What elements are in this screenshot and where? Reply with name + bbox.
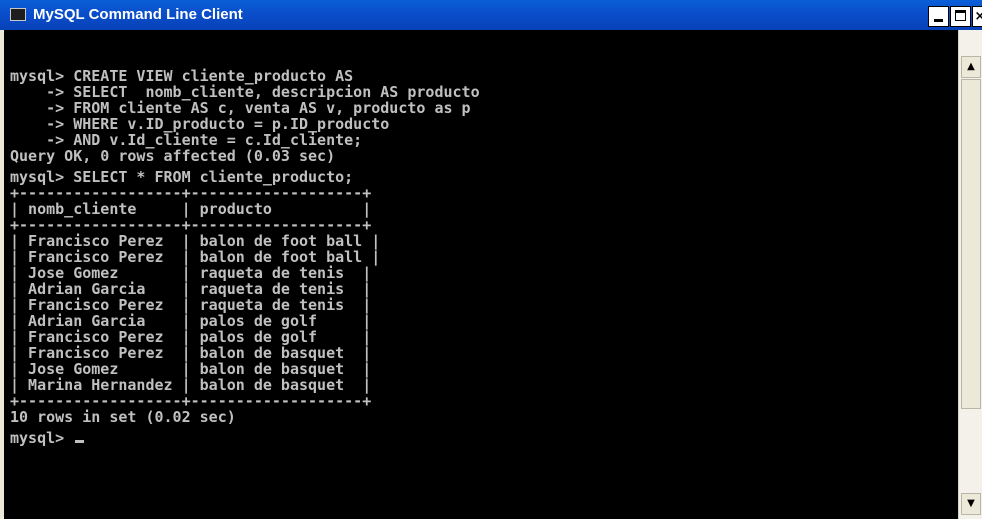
minimize-button[interactable] xyxy=(928,6,949,27)
console-line-from: -> FROM cliente AS c, venta AS v, produc… xyxy=(10,99,471,117)
text-cursor xyxy=(75,440,85,443)
console-text: mysql> CREATE VIEW cliente_producto AS -… xyxy=(10,68,480,446)
console-app-icon[interactable] xyxy=(10,8,26,21)
table-row: | Jose Gomez | balon de basquet | xyxy=(10,360,372,378)
result-summary: 10 rows in set (0.02 sec) xyxy=(10,408,236,426)
close-button[interactable]: × xyxy=(972,6,982,27)
table-row: | Francisco Perez | balon de foot ball | xyxy=(10,232,381,250)
scrollbar-thumb[interactable] xyxy=(961,79,981,409)
maximize-icon xyxy=(955,10,966,21)
scroll-down-button[interactable]: ▼ xyxy=(961,493,981,515)
select-command-line: mysql> SELECT * FROM cliente_producto; xyxy=(10,168,354,186)
mysql-client-window: MySQL Command Line Client × mysql> CREAT… xyxy=(0,0,982,519)
table-row: | Francisco Perez | balon de foot ball | xyxy=(10,248,381,266)
table-border-top: +------------------+-------------------+ xyxy=(10,184,372,202)
table-row: | Francisco Perez | palos de golf | xyxy=(10,328,372,346)
scroll-up-arrow-icon: ▲ xyxy=(967,61,975,72)
console-output[interactable]: mysql> CREATE VIEW cliente_producto AS -… xyxy=(4,30,958,519)
vertical-scrollbar[interactable]: ▲ ▼ xyxy=(958,30,982,519)
console-line-where: -> WHERE v.ID_producto = p.ID_producto xyxy=(10,115,390,133)
command-prompt: mysql> xyxy=(10,429,74,447)
close-icon: × xyxy=(974,9,982,24)
table-row: | Adrian Garcia | raqueta de tenis | xyxy=(10,280,372,298)
title-bar[interactable]: MySQL Command Line Client × xyxy=(0,0,982,30)
command-prompt-line[interactable]: mysql> xyxy=(10,430,480,446)
console-line-and: -> AND v.Id_cliente = c.Id_cliente; xyxy=(10,131,363,149)
scroll-down-arrow-icon: ▼ xyxy=(967,498,975,509)
table-border-header: +------------------+-------------------+ xyxy=(10,216,372,234)
window-title: MySQL Command Line Client xyxy=(33,6,243,23)
table-row: | Adrian Garcia | palos de golf | xyxy=(10,312,372,330)
console-line-select: -> SELECT nomb_cliente, descripcion AS p… xyxy=(10,83,480,101)
table-row: | Marina Hernandez | balon de basquet | xyxy=(10,376,372,394)
minimize-icon xyxy=(934,19,943,22)
console-line-create-view: mysql> CREATE VIEW cliente_producto AS xyxy=(10,67,354,85)
scroll-up-button[interactable]: ▲ xyxy=(961,56,981,78)
query-ok-message: Query OK, 0 rows affected (0.03 sec) xyxy=(10,147,336,165)
table-row: | Francisco Perez | balon de basquet | xyxy=(10,344,372,362)
table-border-bottom: +------------------+-------------------+ xyxy=(10,392,372,410)
table-row: | Jose Gomez | raqueta de tenis | xyxy=(10,264,372,282)
table-row: | Francisco Perez | raqueta de tenis | xyxy=(10,296,372,314)
maximize-button[interactable] xyxy=(950,6,971,27)
table-header-row: | nomb_cliente | producto | xyxy=(10,200,372,218)
